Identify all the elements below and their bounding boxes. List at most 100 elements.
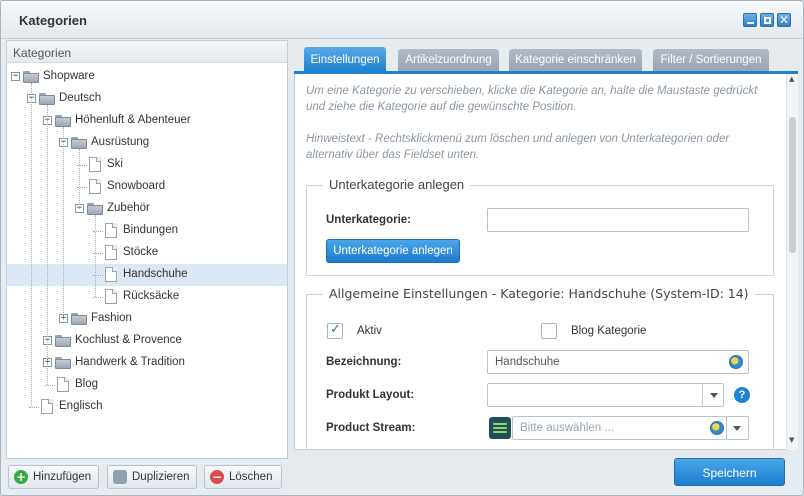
tree-node-label: Bindungen [123,224,178,236]
tree-node[interactable]: Rücksäcke [7,286,287,308]
product-layout-label: Produkt Layout: [326,389,415,401]
active-checkbox[interactable]: ✓ [327,322,343,339]
add-icon: + [14,470,28,484]
create-subcategory-button[interactable]: Unterkategorie anlegen [326,239,460,263]
tree-node[interactable]: − Deutsch [7,88,287,110]
name-input[interactable]: Handschuhe [487,350,749,374]
tree-node-label: Rücksäcke [123,290,180,302]
tree-node[interactable]: Ski [7,154,287,176]
product-layout-select[interactable] [487,383,724,407]
collapse-node-icon[interactable]: − [11,72,20,81]
minimize-icon [747,22,754,24]
scrollbar-thumb[interactable] [789,117,796,253]
folder-icon [87,203,103,215]
general-settings-fieldset: Allgemeine Einstellungen - Kategorie: Ha… [306,286,774,449]
tree-header: Kategorien [7,41,287,63]
subcategory-fieldset: Unterkategorie anlegen Unterkategorie: U… [306,177,774,276]
scroll-up-icon[interactable]: ▲ [789,75,794,83]
subcategory-label: Unterkategorie: [326,214,411,226]
delete-category-button[interactable]: − Löschen [204,465,282,489]
product-stream-label: Product Stream: [326,422,416,434]
folder-icon [55,115,71,127]
tree-node-label: Englisch [59,400,103,412]
tree-node-label: Ausrüstung [91,136,150,148]
folder-icon [71,137,87,149]
product-stream-dropdown-trigger[interactable] [726,416,748,440]
tree-node-label: Höhenluft & Abenteuer [75,114,191,126]
document-icon [105,267,117,282]
folder-icon [23,71,39,83]
document-icon [105,245,117,260]
category-tree-panel: Kategorien − Shopware − Deutsch − Höhenluft &… [6,40,288,459]
maximize-button[interactable] [760,13,774,27]
tree-node[interactable]: + Fashion [7,308,287,330]
tree-node-label: Handwerk & Tradition [75,356,185,368]
add-category-button[interactable]: + Hinzufügen [8,465,99,489]
duplicate-icon [113,470,127,484]
tab-kategorie-einschraenken[interactable]: Kategorie einschränken [509,49,642,71]
tree-node[interactable]: − Kochlust & Provence [7,330,287,352]
name-label: Bezeichnung: [326,356,402,368]
subcategory-legend: Unterkategorie anlegen [323,177,471,192]
product-stream-select[interactable]: Bitte auswählen ... [512,416,727,440]
tree-node[interactable]: Englisch [7,396,287,418]
blog-category-label: Blog Kategorie [571,325,647,337]
product-stream-icon [489,417,511,439]
check-icon: ✓ [330,322,341,337]
tree-node[interactable]: − Ausrüstung [7,132,287,154]
tree-node[interactable]: Handschuhe [7,264,287,286]
document-icon [41,399,53,414]
tab-einstellungen[interactable]: Einstellungen [304,47,386,71]
tree-node-label: Snowboard [107,180,166,192]
tab-filter-sortierungen[interactable]: Filter / Sortierungen [653,49,769,71]
tree-node-label: Blog [75,378,99,390]
close-icon: ✕ [778,13,790,27]
subcategory-input[interactable] [487,208,749,232]
tree-connector-line [31,83,32,407]
tree-node[interactable]: Stöcke [7,242,287,264]
settings-content: Um eine Kategorie zu verschieben, klicke… [294,74,786,450]
tree-node-label: Handschuhe [123,268,188,280]
tree-node[interactable]: Bindungen [7,220,287,242]
tree-node[interactable]: Blog [7,374,287,396]
folder-icon [55,357,71,369]
content-scrollbar[interactable]: ▲ ▼ [786,74,798,450]
translation-globe-icon[interactable] [729,355,743,369]
minimize-button[interactable] [743,13,757,27]
save-button[interactable]: Speichern [674,458,785,486]
tree-node-label: Deutsch [59,92,102,104]
category-tree: − Shopware − Deutsch − Höhenluft & Abenteuer −… [7,64,287,458]
tree-connector-line [63,127,64,319]
duplicate-category-button[interactable]: Duplizieren [107,465,197,489]
blog-category-checkbox[interactable] [541,323,557,339]
window-title: Kategorien [19,13,87,28]
duplicate-button-label: Duplizieren [132,471,190,483]
scroll-down-icon[interactable]: ▼ [789,436,794,444]
settings-tabs: Einstellungen Artikelzuordnung Kategorie… [294,45,798,71]
document-icon [57,377,69,392]
tree-connector-line [95,215,96,297]
active-label: Aktiv [357,325,382,337]
product-stream-globe-icon[interactable] [710,421,724,435]
tree-connector-line [79,149,80,209]
move-hint-text: Um eine Kategorie zu verschieben, klicke… [306,85,758,113]
document-icon [89,179,101,194]
window-titlebar[interactable]: Kategorien ✕ [1,1,803,39]
delete-icon: − [210,470,224,484]
document-icon [89,157,101,172]
tree-node-label: Kochlust & Provence [75,334,182,346]
tab-artikelzuordnung[interactable]: Artikelzuordnung [398,49,499,71]
add-button-label: Hinzufügen [33,471,92,483]
tree-node-label: Zubehör [107,202,150,214]
close-button[interactable]: ✕ [777,13,791,27]
tree-node[interactable]: − Höhenluft & Abenteuer [7,110,287,132]
tree-node[interactable]: − Shopware [7,66,287,88]
tree-node[interactable]: Snowboard [7,176,287,198]
help-icon[interactable]: ? [734,387,750,403]
tree-node[interactable]: − Zubehör [7,198,287,220]
tree-node[interactable]: + Handwerk & Tradition [7,352,287,374]
tree-connector-line [47,105,48,385]
product-layout-dropdown-trigger[interactable] [702,383,724,407]
folder-icon [71,313,87,325]
folder-icon [39,93,55,105]
